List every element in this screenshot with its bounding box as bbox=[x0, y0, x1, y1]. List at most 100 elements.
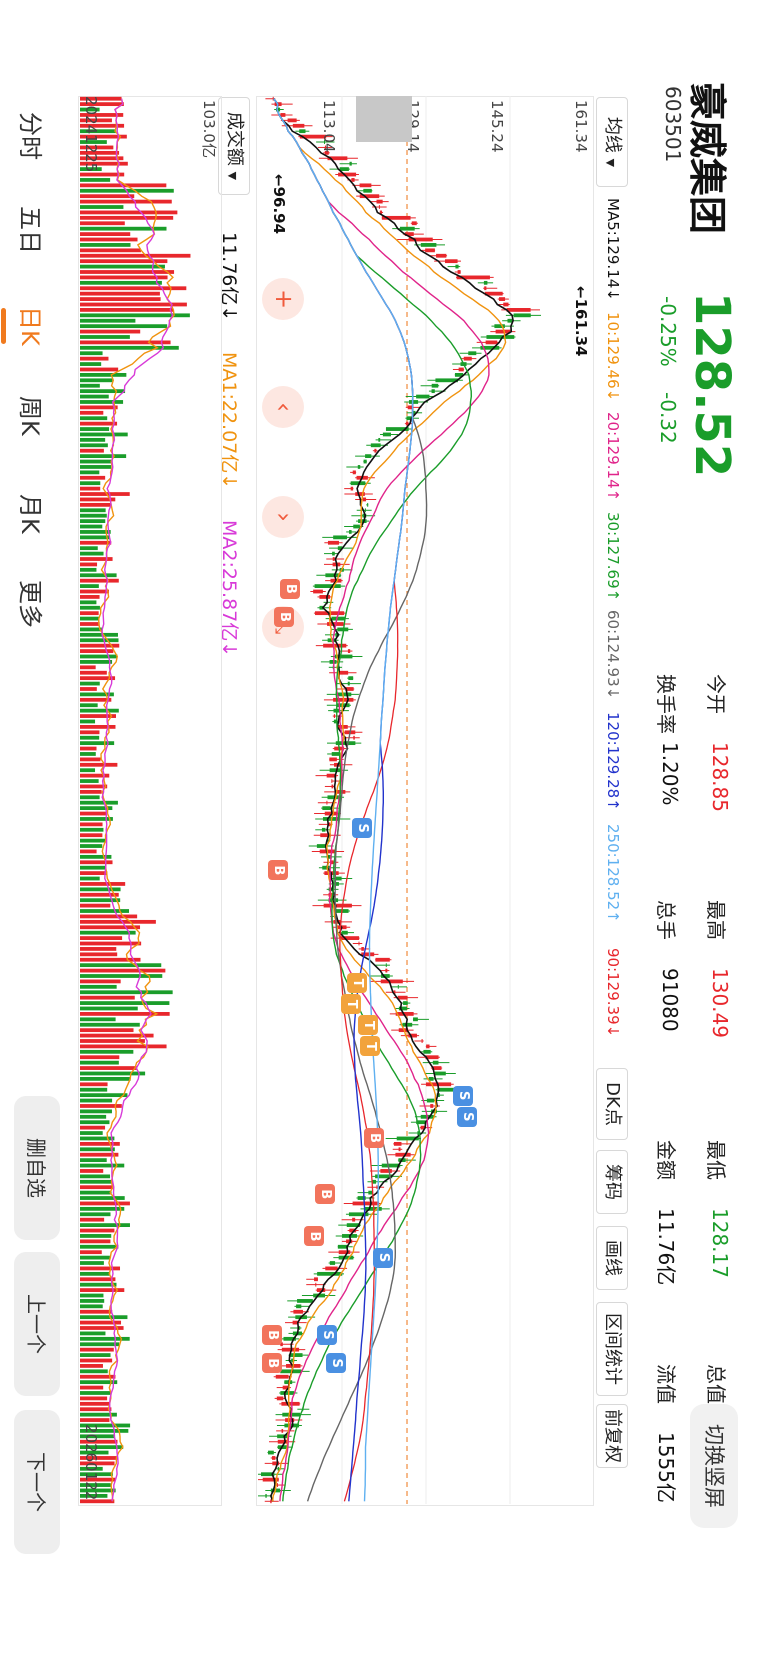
volume-bar bbox=[80, 1401, 110, 1406]
trade-marker-b[interactable]: B bbox=[274, 606, 295, 627]
nav-tab-2[interactable]: 日K bbox=[15, 306, 50, 346]
trade-marker-t[interactable]: T bbox=[358, 1015, 379, 1036]
trade-marker-s[interactable]: S bbox=[373, 1247, 394, 1268]
volume-bar bbox=[80, 622, 100, 626]
stat-value-2: 130.49 bbox=[708, 968, 732, 1038]
trade-marker-b[interactable]: B bbox=[303, 1226, 324, 1247]
volume-bar bbox=[80, 194, 135, 199]
trade-marker-s[interactable]: S bbox=[317, 1325, 338, 1346]
volume-bar bbox=[80, 1358, 113, 1363]
change-percent: -0.25% bbox=[656, 296, 680, 367]
candle-body bbox=[353, 524, 360, 529]
stat-label-1: 换手率 bbox=[654, 674, 678, 734]
nav-tab-1[interactable]: 五日 bbox=[15, 206, 50, 254]
trade-marker-t[interactable]: T bbox=[340, 994, 361, 1015]
ma-dropdown-label: 均线 bbox=[602, 116, 623, 153]
dk-button[interactable]: DK点 bbox=[596, 1068, 628, 1140]
trade-marker-s[interactable]: S bbox=[325, 1353, 346, 1374]
candle-body bbox=[367, 502, 369, 507]
candle-body bbox=[507, 318, 513, 323]
next-button[interactable]: 下一个 bbox=[14, 1410, 60, 1554]
tool-button-2[interactable]: 区间统计 bbox=[596, 1302, 628, 1396]
plus-icon: + bbox=[270, 288, 298, 310]
switch-portrait-button[interactable]: 切换竖屏 bbox=[690, 1404, 738, 1528]
zoom-in-button[interactable]: + bbox=[262, 278, 304, 320]
scroll-right-button[interactable]: › bbox=[262, 496, 304, 538]
nav-tab-0[interactable]: 分时 bbox=[15, 112, 50, 160]
volume-bar bbox=[80, 546, 98, 551]
stat-label-3: 总手 bbox=[654, 900, 678, 940]
candle-body bbox=[281, 1428, 284, 1433]
volume-bar bbox=[80, 914, 138, 919]
trade-marker-t[interactable]: T bbox=[346, 973, 367, 994]
candle-body bbox=[265, 1493, 267, 1498]
volume-bar bbox=[80, 649, 114, 653]
volume-bar bbox=[80, 1315, 128, 1320]
volume-bar bbox=[80, 995, 135, 1000]
candle-body bbox=[407, 405, 413, 410]
trade-marker-b[interactable]: B bbox=[262, 1353, 282, 1374]
volume-bar bbox=[80, 1331, 106, 1336]
trade-marker-b[interactable]: B bbox=[280, 578, 301, 599]
volume-bar bbox=[80, 600, 97, 605]
volume-bar bbox=[80, 1336, 130, 1341]
volume-bar bbox=[80, 1353, 111, 1357]
volume-bar bbox=[80, 854, 112, 859]
volume-bar bbox=[80, 492, 130, 496]
remove-watchlist-button[interactable]: 删自选 bbox=[14, 1096, 60, 1240]
candle-body bbox=[444, 259, 458, 264]
trade-marker-b[interactable]: B bbox=[315, 1184, 336, 1205]
volume-bar bbox=[80, 1120, 110, 1125]
trade-marker-b[interactable]: B bbox=[268, 860, 289, 881]
volume-bar bbox=[80, 632, 118, 637]
candle-body bbox=[270, 1499, 272, 1504]
volume-bar bbox=[80, 540, 112, 545]
volume-bar bbox=[80, 724, 116, 729]
price-axis-label-1: 145.24 bbox=[488, 100, 506, 153]
nav-tab-3[interactable]: 周K bbox=[15, 396, 50, 436]
tool-button-0[interactable]: 筹码 bbox=[596, 1150, 628, 1214]
volume-bar bbox=[80, 535, 110, 540]
volume-bar bbox=[80, 486, 101, 491]
volume-bar bbox=[80, 1066, 138, 1070]
trade-marker-b[interactable]: B bbox=[262, 1325, 282, 1346]
volume-bar bbox=[80, 1217, 105, 1222]
stock-name: 豪威集团 bbox=[685, 82, 729, 235]
nav-tab-5[interactable]: 更多 bbox=[15, 580, 50, 628]
trade-marker-s[interactable]: S bbox=[457, 1106, 478, 1127]
candle-body bbox=[434, 1071, 446, 1076]
volume-bar bbox=[80, 481, 101, 486]
nav-tab-4[interactable]: 月K bbox=[15, 494, 50, 534]
trade-marker-b[interactable]: B bbox=[363, 1127, 384, 1148]
volume-dropdown[interactable]: 成交额 ▼ bbox=[218, 97, 250, 195]
candle-body bbox=[332, 557, 335, 561]
candle-body bbox=[378, 437, 381, 442]
candle-body bbox=[351, 178, 355, 182]
volume-bar bbox=[80, 909, 130, 913]
volume-bar bbox=[80, 638, 119, 643]
volume-bar bbox=[80, 1087, 108, 1092]
volume-bar bbox=[80, 1093, 128, 1098]
candle-body bbox=[314, 1277, 318, 1282]
ma-value-6: 250:128.52↑ bbox=[604, 824, 622, 923]
volume-bar bbox=[80, 1206, 125, 1211]
volume-bar bbox=[80, 708, 119, 713]
volume-bar bbox=[80, 1250, 102, 1255]
volume-bar bbox=[80, 936, 123, 940]
volume-bar bbox=[80, 394, 109, 399]
ma-dropdown[interactable]: 均线 ▼ bbox=[596, 97, 628, 187]
volume-bar bbox=[80, 367, 119, 372]
trade-marker-s[interactable]: S bbox=[453, 1085, 474, 1106]
volume-bar bbox=[80, 1271, 111, 1276]
volume-bar bbox=[80, 589, 109, 594]
volume-bar bbox=[80, 416, 108, 421]
trade-marker-t[interactable]: T bbox=[360, 1036, 381, 1057]
tool-button-3[interactable]: 前复权 bbox=[596, 1404, 628, 1468]
tool-button-1[interactable]: 画线 bbox=[596, 1226, 628, 1290]
volume-bar bbox=[80, 562, 98, 567]
scroll-left-button[interactable]: ‹ bbox=[262, 386, 304, 428]
volume-bar bbox=[80, 1028, 134, 1033]
volume-bar bbox=[80, 768, 96, 773]
prev-button[interactable]: 上一个 bbox=[14, 1252, 60, 1396]
trade-marker-s[interactable]: S bbox=[352, 818, 373, 839]
